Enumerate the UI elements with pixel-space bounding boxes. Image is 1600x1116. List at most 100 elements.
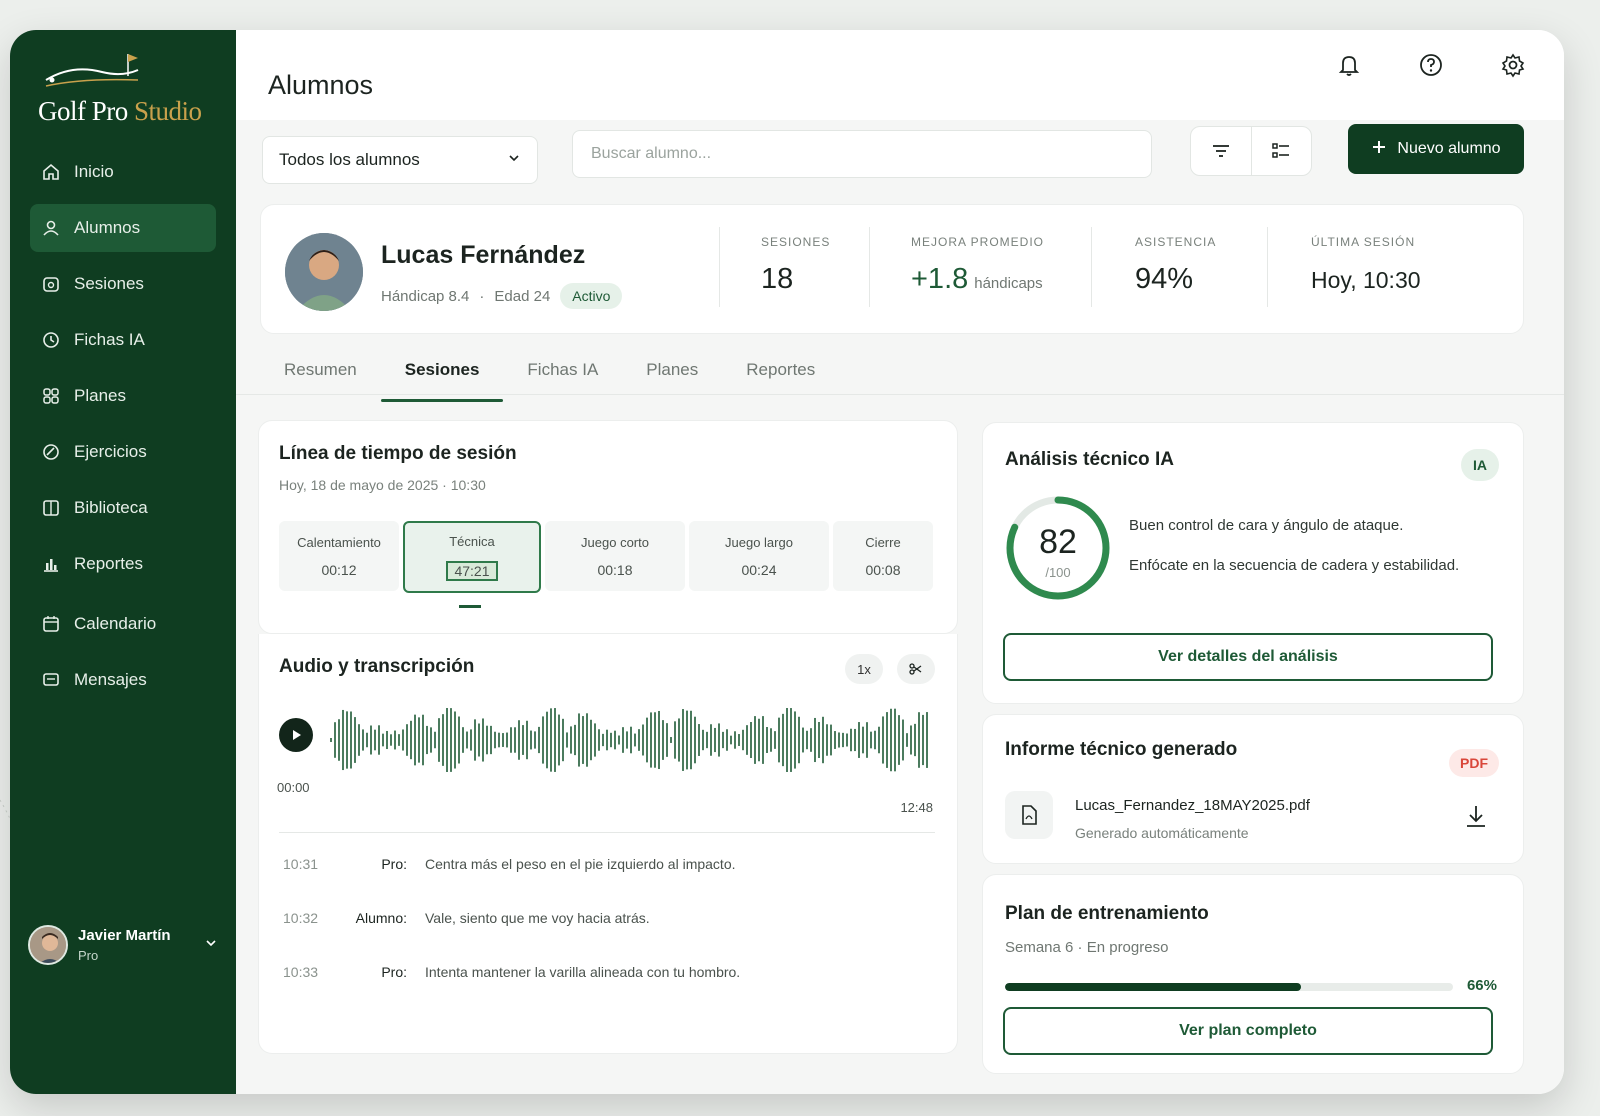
card-title: Informe técnico generado: [1005, 739, 1238, 760]
brand-name-accent: Studio: [134, 96, 202, 126]
view-plan-button[interactable]: Ver plan completo: [1003, 1007, 1493, 1055]
sidebar-item-ejercicios[interactable]: Ejercicios: [30, 428, 216, 476]
card-title: Línea de tiempo de sesión: [279, 443, 517, 464]
stat-label: ÚLTIMA SESIÓN: [1311, 235, 1416, 249]
sidebar-item-label: Alumnos: [74, 218, 141, 237]
user-info: Javier Martín Pro: [78, 927, 204, 963]
bell-icon[interactable]: [1328, 44, 1370, 86]
sidebar-item-reportes[interactable]: Reportes: [30, 540, 216, 588]
tab-fichas-ia[interactable]: Fichas IA: [503, 348, 622, 398]
tab-bar: Resumen Sesiones Fichas IA Planes Report…: [260, 348, 839, 402]
users-icon: [40, 217, 62, 239]
segment-label: Cierre: [865, 534, 901, 550]
segment-label: Juego largo: [725, 534, 793, 550]
plan-progress-fill: [1005, 983, 1301, 991]
scissors-icon[interactable]: [897, 654, 935, 684]
transcript-time: 10:31: [283, 856, 319, 872]
tab-planes[interactable]: Planes: [622, 348, 722, 398]
timeline-segments: Calentamiento 00:12 Técnica 47:21 Juego …: [279, 521, 933, 593]
sidebar-item-mensajes[interactable]: Mensajes: [30, 656, 216, 704]
student-handicap: Hándicap 8.4: [381, 287, 470, 305]
transcript-speaker: Alumno:: [355, 910, 407, 926]
segment-time: 00:12: [321, 561, 357, 578]
card-title: Audio y transcripción: [279, 656, 475, 677]
plan-progress-label: 66%: [1466, 977, 1497, 994]
new-student-button[interactable]: Nuevo alumno: [1348, 124, 1524, 174]
student-avatar: [285, 233, 363, 311]
segment-label: Juego corto: [581, 534, 649, 550]
sidebar-item-label: Calendario: [74, 614, 157, 633]
transcript-line[interactable]: 10:31 Pro: Centra más el peso en el pie …: [283, 856, 736, 872]
sidebar-item-fichas-ia[interactable]: Fichas IA: [30, 316, 216, 364]
ai-analysis-card: Análisis técnico IA IA 82 /100 Buen cont…: [982, 422, 1524, 704]
chevron-down-icon[interactable]: [204, 936, 218, 955]
help-icon[interactable]: [1410, 44, 1452, 86]
transcript-line[interactable]: 10:32 Alumno: Vale, siento que me voy ha…: [283, 910, 650, 926]
sidebar-item-sesiones[interactable]: Sesiones: [30, 260, 216, 308]
bar-chart-icon: [40, 553, 62, 575]
search-input[interactable]: [572, 130, 1152, 178]
user-role: Pro: [78, 948, 99, 963]
sidebar-item-planes[interactable]: Planes: [30, 372, 216, 420]
sidebar-item-alumnos[interactable]: Alumnos: [30, 204, 216, 252]
segment-time: 00:08: [865, 561, 901, 578]
score-max: /100: [1045, 565, 1071, 580]
calendar-icon: [40, 613, 62, 635]
tab-resumen[interactable]: Resumen: [260, 348, 381, 398]
student-name: Lucas Fernández: [381, 241, 586, 269]
segment-juego-corto[interactable]: Juego corto 00:18: [545, 521, 685, 591]
audio-start-time: 00:00: [277, 780, 310, 795]
score-value: 82: [1039, 523, 1077, 561]
sidebar-item-biblioteca[interactable]: Biblioteca: [30, 484, 216, 532]
student-profile-card: Lucas Fernández Hándicap 8.4 · Edad 24 A…: [260, 204, 1524, 334]
status-badge: Activo: [560, 283, 623, 309]
view-analysis-button[interactable]: Ver detalles del análisis: [1003, 633, 1493, 681]
exercise-icon: [40, 441, 62, 463]
file-subtitle: Generado automáticamente: [1075, 825, 1249, 841]
transcript-time: 10:33: [283, 964, 319, 980]
playhead-marker[interactable]: [459, 605, 481, 608]
transcript-text: Vale, siento que me voy hacia atrás.: [425, 910, 650, 926]
tabs-divider: [236, 394, 1564, 395]
segment-juego-largo[interactable]: Juego largo 00:24: [689, 521, 829, 591]
download-icon[interactable]: [1463, 803, 1489, 834]
segment-cierre[interactable]: Cierre 00:08: [833, 521, 933, 591]
transcript-line[interactable]: 10:33 Pro: Intenta mantener la varilla a…: [283, 964, 740, 980]
plan-subtitle: Semana 6 · En progreso: [1005, 939, 1169, 956]
gear-icon[interactable]: [1492, 44, 1534, 86]
tab-sesiones[interactable]: Sesiones: [380, 348, 504, 402]
calendar-session-icon: [40, 273, 62, 295]
audio-waveform[interactable]: [329, 708, 939, 772]
training-plan-card: Plan de entrenamiento Semana 6 · En prog…: [982, 874, 1524, 1074]
sidebar-item-label: Biblioteca: [74, 498, 148, 517]
clock-icon: [40, 329, 62, 351]
divider: [279, 832, 935, 833]
plus-icon: [1371, 139, 1387, 160]
sidebar-item-calendario[interactable]: Calendario: [30, 600, 216, 648]
brand-name-primary: Golf Pro: [38, 96, 128, 126]
ia-badge: IA: [1461, 449, 1499, 481]
analysis-text: Buen control de cara y ángulo de ataque.: [1129, 517, 1404, 534]
segment-tecnica[interactable]: Técnica 47:21: [403, 521, 541, 593]
brand-logo[interactable]: Golf Pro Studio: [36, 50, 216, 126]
playback-speed-button[interactable]: 1x: [845, 654, 883, 684]
audio-end-time: 12:48: [900, 800, 933, 815]
transcript-speaker: Pro:: [381, 856, 407, 872]
list-view-icon[interactable]: [1250, 127, 1312, 175]
play-button[interactable]: [279, 718, 313, 752]
tab-reportes[interactable]: Reportes: [722, 348, 839, 398]
sidebar-item-label: Mensajes: [74, 670, 147, 689]
segment-calentamiento[interactable]: Calentamiento 00:12: [279, 521, 399, 591]
user-menu[interactable]: Javier Martín Pro: [28, 920, 218, 970]
sidebar-item-inicio[interactable]: Inicio: [30, 148, 216, 196]
stat-label: ASISTENCIA: [1135, 235, 1217, 249]
audio-transcript-card: Audio y transcripción 1x 00:00 12:48 10:…: [258, 634, 958, 1054]
transcript-text: Centra más el peso en el pie izquierdo a…: [425, 856, 736, 872]
card-title: Análisis técnico IA: [1005, 449, 1174, 470]
filter-icon[interactable]: [1191, 127, 1251, 175]
stat-label: MEJORA PROMEDIO: [911, 235, 1045, 249]
student-filter-select[interactable]: Todos los alumnos: [262, 136, 538, 184]
pdf-badge: PDF: [1449, 749, 1499, 777]
file-name[interactable]: Lucas_Fernandez_18MAY2025.pdf: [1075, 797, 1310, 814]
transcript-time: 10:32: [283, 910, 319, 926]
